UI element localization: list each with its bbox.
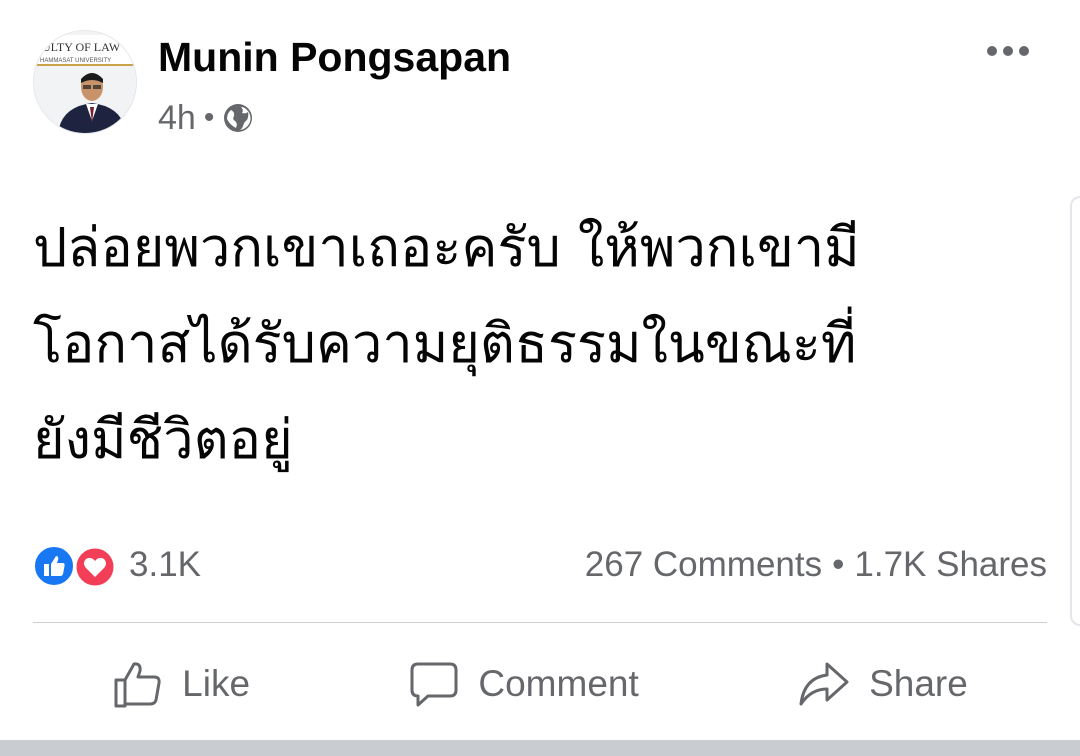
stats-separator: •: [832, 545, 845, 584]
post-card: ULTY OF LAW HAMMASAT UNIVERSITY Munin Po…: [0, 0, 1080, 740]
share-label: Share: [869, 663, 968, 704]
share-arrow-icon: [799, 662, 849, 706]
comments-count-link[interactable]: 267 Comments: [585, 545, 822, 585]
post-text-line: ยังมีชีวิตอยู่: [33, 408, 293, 471]
globe-icon[interactable]: [222, 102, 254, 134]
post-timestamp[interactable]: 4h: [158, 99, 196, 138]
post-text-line: โอกาสได้รับความยุติธรรมในขณะที่: [33, 312, 857, 375]
engagement-stats: 267 Comments • 1.7K Shares: [585, 545, 1047, 585]
post-text-line: ปล่อยพวกเขาเถอะครับ ให้พวกเขามี: [33, 216, 860, 279]
avatar-banner-text: ULTY OF LAW: [42, 40, 121, 54]
more-options-button[interactable]: [978, 36, 1038, 66]
feed-separator: [0, 740, 1080, 756]
reactions-summary: 3.1K 267 Comments • 1.7K Shares: [33, 540, 1047, 590]
reactions-count: 3.1K: [129, 545, 201, 584]
comment-icon: [410, 662, 458, 707]
like-reaction-icon: [33, 545, 75, 587]
share-button[interactable]: Share: [797, 658, 968, 710]
reaction-icons: [33, 543, 119, 589]
like-label: Like: [182, 663, 251, 704]
reactions-count-button[interactable]: 3.1K: [33, 543, 201, 589]
comment-label: Comment: [478, 663, 639, 704]
more-horizontal-icon: [987, 46, 1029, 56]
post-meta: 4h •: [158, 96, 254, 140]
author-avatar[interactable]: ULTY OF LAW HAMMASAT UNIVERSITY: [33, 30, 137, 134]
thumbs-up-icon: [114, 662, 161, 708]
post-actions: Like Comment Share: [33, 640, 1047, 728]
meta-separator: •: [203, 101, 215, 134]
like-button[interactable]: Like: [112, 658, 250, 710]
shares-count-link[interactable]: 1.7K Shares: [854, 545, 1047, 585]
post-message: ปล่อยพวกเขาเถอะครับ ให้พวกเขามี โอกาสได้…: [33, 200, 1033, 488]
avatar-photo: ULTY OF LAW HAMMASAT UNIVERSITY: [34, 31, 136, 133]
comment-button[interactable]: Comment: [408, 658, 639, 710]
avatar-banner-subtext: HAMMASAT UNIVERSITY: [40, 58, 111, 64]
adjacent-card-edge: [1070, 196, 1080, 626]
divider: [33, 622, 1047, 623]
love-reaction-icon: [73, 545, 117, 589]
author-name[interactable]: Munin Pongsapan: [158, 34, 511, 81]
